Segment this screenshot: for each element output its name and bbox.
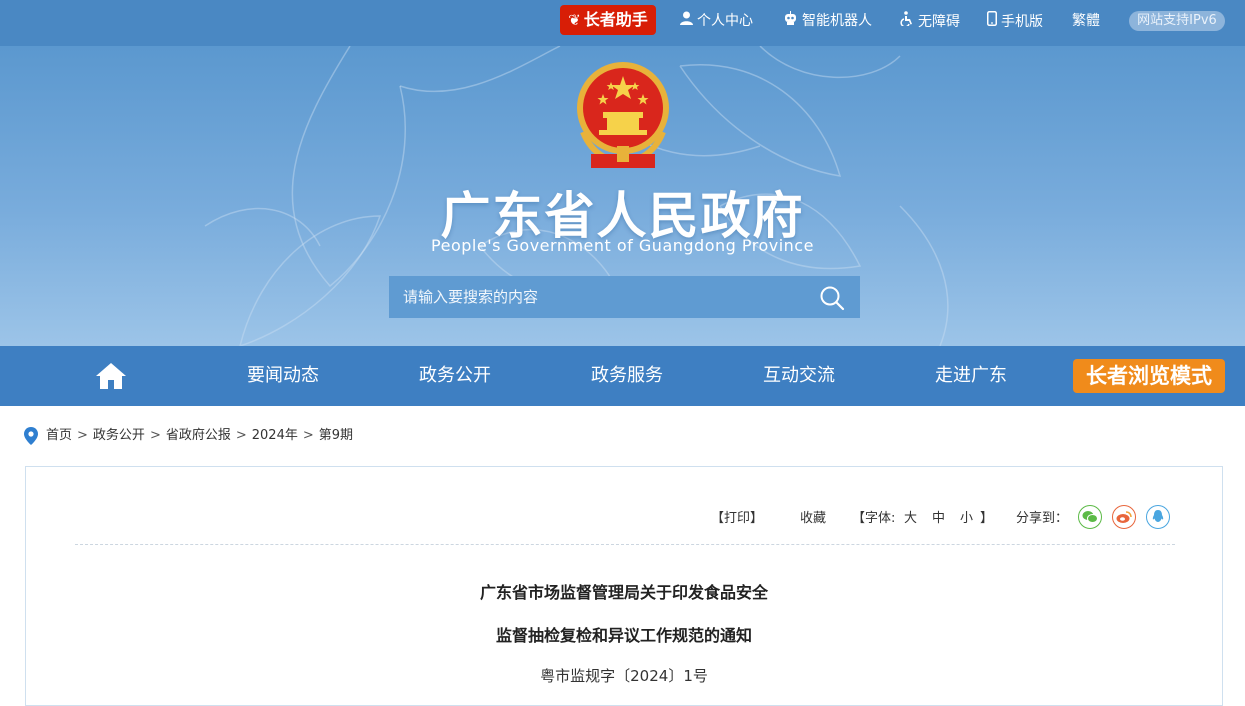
font-size-label-open: 【字体: (852, 511, 896, 526)
home-icon[interactable] (95, 362, 127, 390)
font-small-button[interactable]: 小 (960, 507, 973, 531)
toolbar-divider (75, 544, 1175, 545)
banner: 广东省人民政府 People's Government of Guangdong… (0, 46, 1245, 346)
nav-item-about-guangdong[interactable]: 走进广东 (911, 346, 1031, 406)
search-box (389, 276, 860, 318)
ipv6-badge: 网站支持IPv6 (1129, 11, 1225, 31)
mobile-icon (987, 11, 997, 32)
document-title-line1: 广东省市场监督管理局关于印发食品安全 (479, 583, 768, 602)
elder-browse-mode-button[interactable]: 长者浏览模式 (1073, 359, 1225, 393)
elder-assist-icon: ❦ (568, 11, 581, 29)
breadcrumb-separator: > (149, 428, 161, 443)
nav-item-news[interactable]: 要闻动态 (223, 346, 343, 406)
breadcrumb: 首页 > 政务公开 > 省政府公报 >2024年 > 第9期 (24, 425, 353, 447)
font-size-label-close: 】 (980, 511, 994, 526)
site-subtitle: People's Government of Guangdong Provinc… (431, 236, 814, 255)
national-emblem-icon (577, 62, 669, 168)
accessibility-link[interactable]: 无障碍 (900, 11, 960, 31)
personal-center-link[interactable]: 个人中心 (680, 11, 753, 31)
mobile-label: 手机版 (1001, 14, 1043, 30)
nav-item-services[interactable]: 政务服务 (567, 346, 687, 406)
breadcrumb-separator: > (235, 428, 247, 443)
top-utility-bar: ❦ 长者助手 个人中心 智能机器人 无障碍 手机版 繁體 网站支持IPv6 (0, 0, 1245, 46)
traditional-chinese-link[interactable]: 繁體 (1072, 11, 1100, 31)
document-number: 粤市监规字〔2024〕1号 (540, 667, 708, 685)
traditional-chinese-label: 繁體 (1072, 13, 1100, 29)
elder-assistant-label: 长者助手 (583, 10, 648, 29)
user-icon (680, 11, 693, 31)
article-panel: 【打印】 收藏 【字体: 大 中 小 】 分享到： 广东省市场监督管理局关于印发… (25, 466, 1223, 706)
breadcrumb-issue[interactable]: 第9期 (319, 428, 353, 443)
breadcrumb-gazette[interactable]: 省政府公报 (166, 428, 231, 443)
location-pin-icon (24, 426, 38, 445)
search-input[interactable] (389, 276, 799, 318)
search-icon[interactable] (818, 284, 846, 312)
breadcrumb-home[interactable]: 首页 (46, 428, 72, 443)
weibo-icon[interactable] (1112, 505, 1136, 529)
print-button[interactable]: 【打印】 (711, 507, 763, 531)
breadcrumb-year[interactable]: 2024年 (252, 428, 298, 443)
mobile-link[interactable]: 手机版 (987, 11, 1043, 31)
nav-item-interaction[interactable]: 互动交流 (739, 346, 859, 406)
wechat-icon[interactable] (1078, 505, 1102, 529)
font-medium-button[interactable]: 中 (932, 507, 945, 531)
favorite-button[interactable]: 收藏 (800, 507, 826, 531)
breadcrumb-gov-affairs[interactable]: 政务公开 (93, 428, 145, 443)
share-label: 分享到： (1016, 511, 1069, 526)
robot-icon (783, 11, 798, 31)
breadcrumb-separator: > (77, 428, 88, 443)
nav-item-gov-affairs[interactable]: 政务公开 (395, 346, 515, 406)
robot-link[interactable]: 智能机器人 (783, 11, 872, 31)
breadcrumb-separator: > (302, 428, 314, 443)
qq-icon[interactable] (1146, 505, 1170, 529)
elder-assistant-button[interactable]: ❦ 长者助手 (560, 5, 656, 35)
main-nav: 要闻动态 政务公开 政务服务 互动交流 走进广东 长者浏览模式 (0, 346, 1245, 406)
personal-center-label: 个人中心 (697, 13, 753, 29)
article-toolbar: 【打印】 收藏 【字体: 大 中 小 】 分享到： (26, 505, 1222, 531)
document-title-line2: 监督抽检复检和异议工作规范的通知 (495, 626, 752, 645)
accessibility-label: 无障碍 (918, 14, 960, 30)
robot-label: 智能机器人 (802, 13, 872, 29)
accessibility-icon (900, 11, 914, 32)
font-large-button[interactable]: 大 (904, 507, 917, 531)
